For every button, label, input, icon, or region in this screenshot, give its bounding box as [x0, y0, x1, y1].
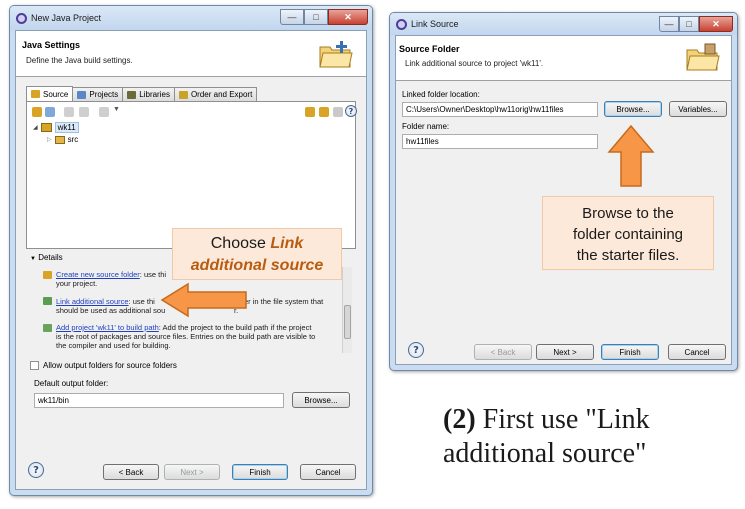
allow-output-folders-label: Allow output folders for source folders [43, 361, 177, 370]
linked-folder-location-label: Linked folder location: [402, 90, 480, 99]
left-arrow-icon [160, 282, 247, 318]
scrollbar-thumb[interactable] [344, 305, 351, 339]
details-item-add-project: Add project 'wk11' to build path: Add th… [56, 323, 316, 350]
finish-button[interactable]: Finish [232, 464, 288, 480]
browse-location-button[interactable]: Browse... [604, 101, 662, 117]
help-icon[interactable]: ? [345, 105, 357, 117]
maximize-button[interactable]: □ [304, 9, 328, 25]
projects-icon [77, 90, 87, 99]
settings-tabs: Source Projects Libraries Order and Expo… [26, 86, 258, 101]
minimize-button[interactable]: — [280, 9, 304, 25]
default-output-folder-field[interactable]: wk11/bin [34, 393, 284, 408]
new-source-folder-icon [43, 271, 52, 279]
maximize-button[interactable]: □ [679, 16, 699, 32]
help-button[interactable]: ? [408, 342, 424, 358]
link-source-toolbar-icon[interactable] [32, 107, 42, 117]
source-folder-icon [31, 90, 40, 98]
folder-name-label: Folder name: [402, 122, 450, 131]
order-export-icon [178, 90, 188, 99]
browse-output-button[interactable]: Browse... [292, 392, 350, 408]
finish-button[interactable]: Finish [601, 344, 659, 360]
tab-source[interactable]: Source [26, 86, 74, 101]
folder-wizard-icon [319, 41, 353, 68]
tree-item-project[interactable]: ◢ wk11 [33, 122, 79, 133]
remove-toolbar-icon[interactable] [64, 107, 74, 117]
details-scrollbar[interactable] [342, 267, 352, 353]
tab-projects[interactable]: Projects [72, 87, 124, 101]
window-controls: — □ ✕ [659, 16, 733, 32]
variables-button[interactable]: Variables... [669, 101, 727, 117]
details-arrow-icon: ▼ [30, 256, 36, 262]
expand-arrow-icon[interactable]: ▷ [47, 136, 52, 143]
expand-all-icon[interactable] [305, 107, 315, 117]
create-source-folder-link[interactable]: Create new source folder [56, 270, 140, 279]
window-controls: — □ ✕ [280, 9, 368, 25]
page-title: Java Settings [22, 40, 81, 50]
page-title: Source Folder [399, 44, 460, 54]
minimize-button[interactable]: — [659, 16, 679, 32]
browse-folder-callout: Browse to the folder containing the star… [542, 196, 714, 270]
window-title: New Java Project [31, 13, 102, 23]
page-description: Link additional source to project 'wk11'… [405, 59, 544, 68]
folder-name-field[interactable]: hw11files [402, 134, 598, 149]
libraries-icon [127, 90, 137, 99]
window-title: Link Source [411, 19, 459, 29]
help-button[interactable]: ? [28, 462, 44, 478]
default-output-folder-label: Default output folder: [34, 379, 109, 388]
back-button[interactable]: < Back [103, 464, 159, 480]
linked-folder-location-field[interactable]: C:\Users\Owner\Desktop\hw11orig\hw11file… [402, 102, 598, 117]
folder-link-icon [686, 43, 720, 71]
filter-icon[interactable] [333, 107, 343, 117]
dropdown-arrow-icon[interactable]: ▼ [113, 106, 120, 113]
configure-toolbar-icon[interactable] [99, 107, 109, 117]
link-additional-source-link[interactable]: Link additional source [56, 297, 129, 306]
link-source-window: Link Source — □ ✕ Source Folder Link add… [389, 12, 738, 371]
eclipse-icon [396, 18, 407, 30]
eclipse-icon [16, 12, 27, 24]
add-project-to-build-path-link[interactable]: Add project 'wk11' to build path [56, 323, 159, 332]
tab-order-and-export[interactable]: Order and Export [173, 87, 258, 101]
new-folder-toolbar-icon[interactable] [45, 107, 55, 117]
cancel-button[interactable]: Cancel [668, 344, 726, 360]
tree-item-src[interactable]: ▷ src [47, 135, 78, 144]
close-button[interactable]: ✕ [328, 9, 368, 25]
package-folder-icon [54, 135, 65, 144]
source-tree-panel: ▼ ? ◢ wk11 ▷ src [26, 101, 357, 249]
step-number: (2) [443, 404, 476, 435]
collapse-arrow-icon[interactable]: ◢ [33, 124, 38, 131]
link-source-icon [43, 297, 52, 305]
back-button[interactable]: < Back [474, 344, 532, 360]
next-button[interactable]: Next > [164, 464, 220, 480]
java-project-icon [40, 123, 52, 132]
up-arrow-icon [607, 124, 655, 187]
allow-output-folders-checkbox[interactable] [30, 361, 39, 370]
next-button[interactable]: Next > [536, 344, 594, 360]
page-description: Define the Java build settings. [26, 56, 133, 65]
dialog-header: Source Folder Link additional source to … [396, 36, 731, 81]
close-button[interactable]: ✕ [699, 16, 733, 32]
collapse-all-icon[interactable] [319, 107, 329, 117]
step-caption: (2) First use "Link additional source" [443, 404, 650, 469]
details-toggle[interactable]: ▼ Details [30, 253, 63, 262]
link-additional-source-callout: Choose Link additional source [172, 228, 342, 280]
edit-toolbar-icon[interactable] [79, 107, 89, 117]
cancel-button[interactable]: Cancel [300, 464, 356, 480]
tab-libraries[interactable]: Libraries [122, 87, 175, 101]
add-project-icon [43, 324, 52, 332]
dialog-header: Java Settings Define the Java build sett… [16, 31, 366, 77]
details-item-link-source: Link additional source: use thi should b… [56, 297, 166, 315]
